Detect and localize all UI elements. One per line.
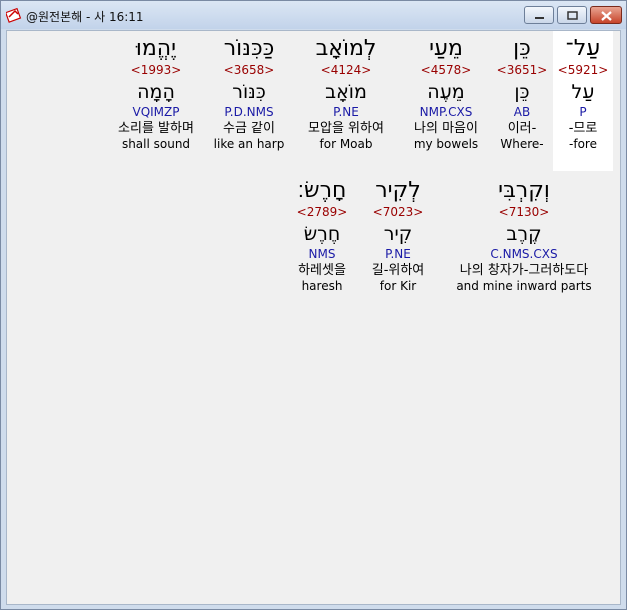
word-block[interactable]: לְמוֹאָב <4124> מוֹאָב P.NE 모압을 위하여 for … [293,31,399,152]
word-block[interactable]: עַל־ <5921> עַל P -므로 -fore [553,31,613,171]
korean-gloss: 수금 같이 [223,121,275,136]
hebrew-word: לְקִיר [375,178,421,203]
morphology-code: P.NE [333,105,359,119]
strongs-number[interactable]: <5921> [553,63,613,79]
word-block[interactable]: חָרֶשׂ׃ <2789> חֶרֶשׂ NMS 하레셋을 haresh [289,173,355,294]
lemma: כִּנּוֹר [232,81,266,103]
lemma: קִיר [383,223,413,245]
korean-gloss: 모압을 위하여 [308,121,384,136]
english-gloss: Where- [500,137,544,151]
maximize-button[interactable] [557,6,587,24]
morphology-code: NMP.CXS [419,105,473,119]
morphology-code: C.NMS.CXS [490,247,558,261]
word-block[interactable]: וְקִרְבִּי <7130> קֶרֶב C.NMS.CXS 나의 창자가… [439,173,609,294]
word-block[interactable]: כַּכִּנּוֹר <3658> כִּנּוֹר P.D.NMS 수금 같… [205,31,293,152]
english-gloss: for Kir [379,279,417,293]
morphology-code: P [579,105,587,119]
morphology-code: NMS [308,247,336,261]
korean-gloss: 길-위하여 [371,263,425,278]
window-title: @원전본해 - 사 16:11 [26,10,144,24]
hebrew-word: לְמוֹאָב [315,36,377,61]
app-logo-icon [6,7,22,23]
lemma: כֵּן [514,81,530,103]
hebrew-word: חָרֶשׂ׃ [297,178,347,203]
interlinear-panel: עַל־ <5921> עַל P -므로 -fore כֵּן <3651> … [6,30,621,605]
close-icon [601,11,612,21]
minimize-icon [535,17,544,19]
hebrew-word: עַל־ [565,36,601,61]
english-gloss: and mine inward parts [456,279,592,293]
word-block[interactable]: כֵּן <3651> כֵּן AB 이러- Where- [493,31,551,152]
close-button[interactable] [590,6,622,24]
korean-gloss: -므로 [568,121,598,136]
korean-gloss: 나의 마음이 [414,121,478,136]
korean-gloss: 소리를 발하며 [118,121,194,136]
hebrew-word: יֶהֱמוּ [135,36,177,61]
english-gloss: for Moab [319,137,373,151]
korean-gloss: 나의 창자가-그러하도다 [459,263,589,278]
hebrew-word: מֵעַי [429,36,463,61]
strongs-number[interactable]: <4578> [399,63,493,79]
hebrew-word: וְקִרְבִּי [498,178,550,203]
lemma: עַל [571,81,595,103]
strongs-number[interactable]: <2789> [289,205,355,221]
english-gloss: -fore [569,137,597,151]
english-gloss: shall sound [121,137,191,151]
lemma: מוֹאָב [325,81,367,103]
english-gloss: haresh [301,279,343,293]
strongs-number[interactable]: <3658> [205,63,293,79]
strongs-number[interactable]: <7130> [439,205,609,221]
lemma: קֶרֶב [506,223,542,245]
strongs-number[interactable]: <7023> [363,205,433,221]
word-block[interactable]: מֵעַי <4578> מֵעֶה NMP.CXS 나의 마음이 my bow… [399,31,493,152]
lemma: מֵעֶה [427,81,465,103]
strongs-number[interactable]: <1993> [107,63,205,79]
morphology-code: P.D.NMS [224,105,274,119]
word-block[interactable]: יֶהֱמוּ <1993> הָמָה VQIMZP 소리를 발하며 shal… [107,31,205,152]
korean-gloss: 하레셋을 [298,263,346,278]
morphology-code: VQIMZP [132,105,180,119]
title-bar[interactable]: @원전본해 - 사 16:11 [1,1,626,29]
minimize-button[interactable] [524,6,554,24]
lemma: הָמָה [137,81,175,103]
hebrew-word: כֵּן [513,36,531,61]
english-gloss: like an harp [213,137,285,151]
lemma: חֶרֶשׂ [303,223,341,245]
maximize-icon [567,11,578,20]
app-window: @원전본해 - 사 16:11 עַל־ <5921> עַל P -므로 -f… [0,0,627,610]
korean-gloss: 이러- [507,121,537,136]
hebrew-word: כַּכִּנּוֹר [223,36,275,61]
morphology-code: AB [513,105,531,119]
word-block[interactable]: לְקִיר <7023> קִיר P.NE 길-위하여 for Kir [363,173,433,294]
morphology-code: P.NE [385,247,411,261]
strongs-number[interactable]: <3651> [493,63,551,79]
english-gloss: my bowels [413,137,479,151]
strongs-number[interactable]: <4124> [293,63,399,79]
